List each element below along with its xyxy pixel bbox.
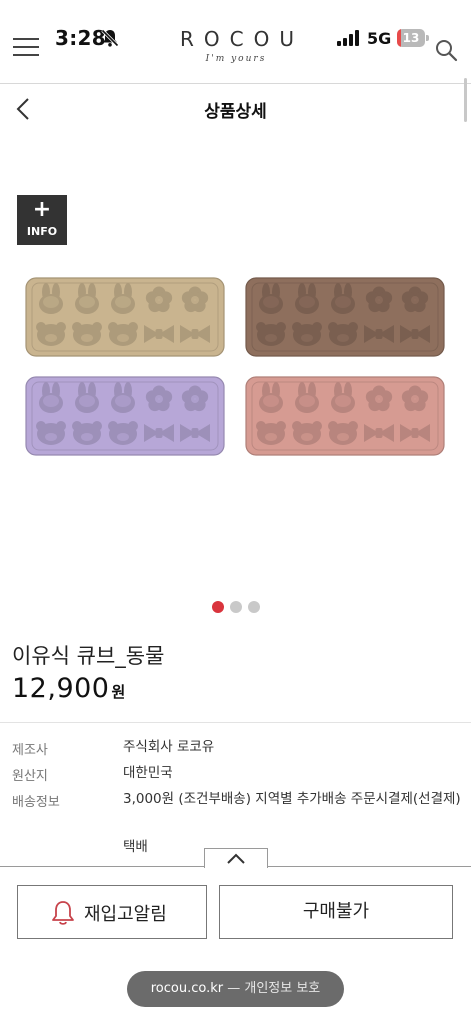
carousel-dots [0,601,471,615]
spec-value-manufacturer: 주식회사 로코유 [123,739,215,755]
chevron-up-icon [227,853,245,864]
scrollbar-thumb[interactable] [464,78,467,122]
bottom-action-bar: 재입고알림 구매불가 rocou.co.kr — 개인정보 보호 [0,866,471,1024]
top-bar: 3:28 ROCOU I'm yours 5G 13 [0,0,471,84]
mold-tray [245,277,445,357]
spec-value-origin: 대한민국 [123,765,173,781]
bell-off-icon [101,29,119,47]
buy-unavailable-button[interactable]: 구매불가 [219,885,453,939]
spec-label-shipping: 배송정보 [12,795,60,810]
restock-alert-label: 재입고알림 [84,904,167,925]
search-icon[interactable] [434,38,458,62]
info-badge[interactable]: + INFO [17,195,67,245]
divider [0,722,471,723]
plus-icon: + [32,197,52,222]
battery-level: 13 [402,31,420,45]
product-price: 12,900 원 [12,673,125,704]
spec-value-delivery: 택배 [123,839,148,855]
mold-tray [245,376,445,456]
price-value: 12,900 [12,673,110,704]
expand-tab[interactable] [204,848,268,868]
url-privacy-label: — 개인정보 보호 [223,981,321,996]
network-type: 5G [367,29,392,48]
signal-icon [337,30,359,46]
mold-tray [25,277,225,357]
carousel-dot[interactable] [229,601,242,613]
page-title: 상품상세 [204,102,267,122]
info-label: INFO [26,225,58,238]
bell-icon [52,901,74,925]
carousel-dot[interactable] [211,601,224,613]
brand-logo[interactable]: ROCOU I'm yours [172,27,300,64]
product-name: 이유식 큐브_동물 [12,644,165,668]
logo-tagline: I'm yours [205,54,267,64]
page-title-bar: 상품상세 [0,85,471,131]
price-unit: 원 [111,683,126,701]
spec-label-origin: 원산지 [12,769,48,784]
restock-alert-button[interactable]: 재입고알림 [17,885,207,939]
url-domain: rocou.co.kr [150,981,224,996]
spec-value-shipping: 3,000원 (조건부배송) 지역별 추가배송 주문시결제(선결제) [123,791,461,807]
mold-tray [25,376,225,456]
carousel-dot[interactable] [247,601,260,613]
url-bar[interactable]: rocou.co.kr — 개인정보 보호 [127,971,344,1007]
status-time: 3:28 [55,26,106,50]
menu-icon[interactable] [13,38,39,58]
battery-indicator: 13 [397,29,429,47]
spec-label-manufacturer: 제조사 [12,743,48,758]
logo-name: ROCOU [180,27,304,51]
product-image[interactable] [0,250,471,480]
